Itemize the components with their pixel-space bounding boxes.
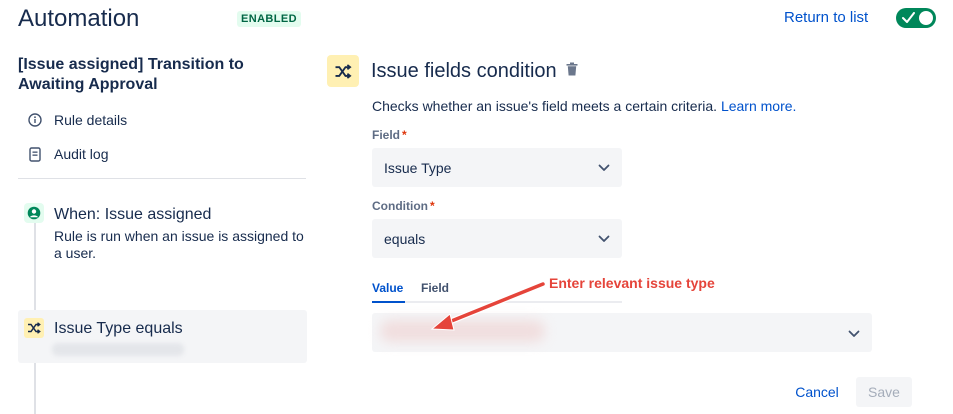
sidebar-item-label: Audit log xyxy=(54,146,109,162)
trash-icon[interactable] xyxy=(566,62,578,81)
chevron-down-icon xyxy=(598,164,610,171)
condition-step-title: Issue Type equals xyxy=(54,320,183,337)
annotation-arrow-icon xyxy=(430,281,546,331)
condition-select[interactable]: equals xyxy=(372,219,622,258)
required-marker: * xyxy=(429,199,435,213)
field-label: Field * xyxy=(372,128,407,142)
toggle-knob xyxy=(919,11,933,25)
page-title: Automation xyxy=(18,5,140,32)
learn-more-link[interactable]: Learn more. xyxy=(721,98,796,114)
rule-enabled-toggle[interactable] xyxy=(896,8,936,28)
chevron-down-icon xyxy=(598,235,610,242)
tab-value[interactable]: Value xyxy=(372,281,403,295)
document-icon xyxy=(26,145,44,163)
chevron-down-icon xyxy=(848,325,860,343)
user-circle-icon xyxy=(24,203,44,223)
panel-title: Issue fields condition xyxy=(371,60,557,82)
cancel-button[interactable]: Cancel xyxy=(784,377,850,407)
rule-title: [Issue assigned] Transition to Awaiting … xyxy=(18,56,244,93)
field-select-value: Issue Type xyxy=(384,159,452,176)
shuffle-icon xyxy=(24,318,44,338)
sidebar-item-audit-log[interactable]: Audit log xyxy=(26,145,108,163)
save-button[interactable]: Save xyxy=(856,377,912,407)
required-marker: * xyxy=(402,128,407,142)
annotation-callout: Enter relevant issue type xyxy=(549,275,715,291)
active-tab-indicator xyxy=(372,301,405,303)
sidebar-divider xyxy=(18,178,306,179)
condition-label: Condition * xyxy=(372,199,435,213)
sidebar-item-label: Rule details xyxy=(54,112,128,128)
shuffle-icon xyxy=(327,55,359,87)
condition-select-value: equals xyxy=(384,230,426,247)
field-select[interactable]: Issue Type xyxy=(372,148,622,187)
return-to-list-link[interactable]: Return to list xyxy=(784,9,868,27)
trigger-step-title[interactable]: When: Issue assigned xyxy=(54,205,211,225)
trigger-step-description: Rule is run when an issue is assigned to… xyxy=(54,228,304,261)
info-icon xyxy=(26,111,44,129)
redacted-value xyxy=(52,343,184,356)
panel-description: Checks whether an issue's field meets a … xyxy=(372,98,797,114)
check-icon xyxy=(902,12,915,23)
status-badge: ENABLED xyxy=(237,11,301,27)
sidebar-item-rule-details[interactable]: Rule details xyxy=(26,111,127,129)
